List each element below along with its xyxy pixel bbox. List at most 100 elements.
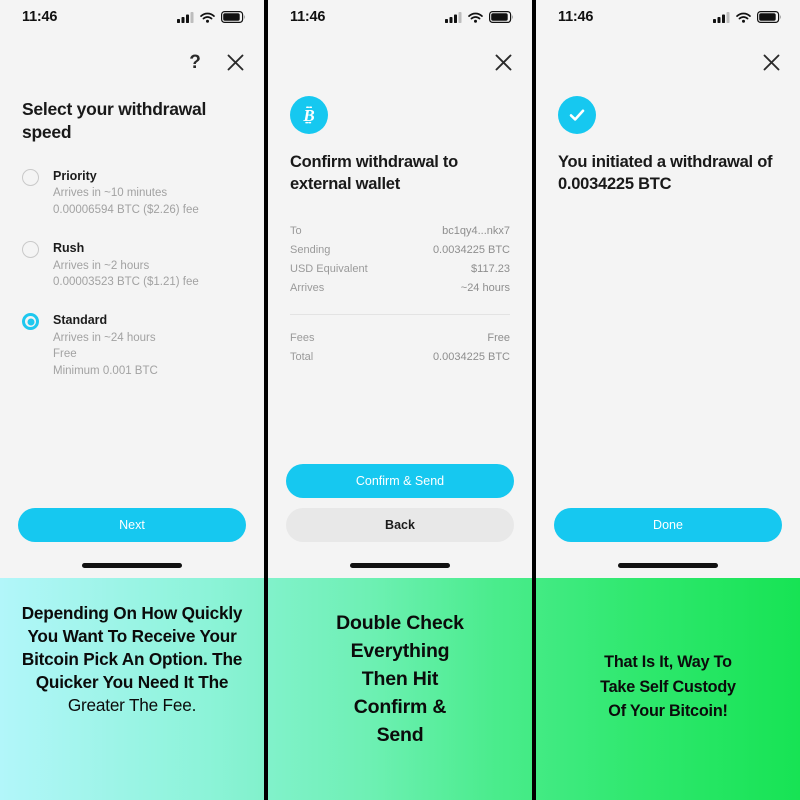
next-button[interactable]: Next [18, 508, 246, 542]
phone-screen-withdrawal-speed: 11:46? Select your withdrawal speed Priori… [0, 0, 264, 578]
status-bar: 11:46 [268, 0, 532, 34]
detail-label: USD Equivalent [290, 263, 368, 276]
detail-value: bc1qy4...nkx7 [442, 225, 510, 238]
detail-label: Sending [290, 244, 331, 257]
caption-line: Greater The Fee. [67, 694, 197, 715]
option-detail-line: Minimum 0.001 BTC [53, 364, 158, 377]
detail-label: Fees [290, 332, 315, 345]
caption-withdrawal-initiated: That Is It, Way To Take Self Custody Of Yo… [536, 578, 800, 800]
detail-value: Free [487, 332, 510, 345]
panel-withdrawal-initiated: 11:46 You initiated a withdrawal of 0.003… [532, 0, 800, 800]
phone-screen-confirm-withdrawal: 11:46 B Confirm withdrawal to external wal… [268, 0, 532, 578]
radio-button-rush[interactable] [22, 240, 39, 258]
bitcoin-icon: B [290, 96, 328, 134]
panel-body: You initiated a withdrawal of 0.0034225 … [536, 80, 800, 578]
panel-columns: 11:46? Select your withdrawal speed Priori… [0, 0, 800, 800]
detail-value: 0.0034225 BTC [432, 351, 510, 364]
page-title: You initiated a withdrawal of 0.0034225 … [558, 153, 773, 193]
panel-body: Select your withdrawal speed Priority Arri… [0, 80, 264, 578]
detail-divider [290, 313, 510, 315]
option-text: Standard Arrives in ~24 hours Free Minimum … [53, 311, 158, 379]
close-button[interactable] [224, 51, 246, 73]
option-row-priority[interactable]: Priority Arrives in ~10 minutes 0.00006594… [22, 167, 242, 218]
close-button[interactable] [492, 51, 514, 73]
caption-text: Depending On How Quickly You Want To Rece… [8, 602, 256, 716]
nav-bar [536, 44, 800, 80]
close-icon[interactable] [227, 54, 244, 71]
caption-line: Everything [350, 639, 450, 662]
detail-label: Total [290, 351, 314, 364]
wifi-icon [468, 12, 483, 23]
check-circle-icon [558, 96, 596, 134]
caption-line: Take Self Custody [600, 677, 736, 696]
detail-row: Fees Free [290, 329, 510, 348]
status-icons [713, 11, 782, 23]
caption-line: Confirm & [353, 695, 447, 718]
option-detail-line: Free [53, 348, 77, 361]
option-title: Standard [53, 313, 108, 328]
option-row-standard[interactable]: Standard Arrives in ~24 hours Free Minimum … [22, 311, 242, 379]
status-bar: 11:46 [0, 0, 264, 34]
cellular-signal-icon [713, 11, 730, 23]
caption-line: Of Your Bitcoin! [608, 702, 728, 721]
status-bar-time: 11:46 [558, 9, 594, 25]
option-title: Priority [53, 168, 97, 183]
detail-row: To bc1qy4...nkx7 [290, 222, 510, 241]
option-detail-line: Arrives in ~24 hours [53, 332, 156, 345]
caption-withdrawal-speed: Depending On How Quickly You Want To Rece… [0, 578, 264, 800]
caption-line: Quicker You Need It The [35, 671, 229, 692]
detail-value: $117.23 [471, 263, 510, 276]
caption-confirm-withdrawal: Double Check Everything Then Hit Confirm & S… [268, 578, 532, 800]
caption-line: That Is It, Way To [604, 653, 732, 671]
close-icon[interactable] [495, 54, 512, 71]
option-detail-line: 0.00006594 BTC ($2.26) fee [53, 203, 199, 216]
nav-bar: ? [0, 44, 264, 80]
status-bar: 11:46 [536, 0, 800, 34]
caption-line: Double Check [336, 612, 464, 634]
back-button[interactable]: Back [286, 508, 514, 542]
option-detail-line: 0.00003523 BTC ($1.21) fee [53, 276, 199, 289]
panel-body: B Confirm withdrawal to external wallet To… [268, 80, 532, 578]
help-button[interactable]: ? [184, 51, 206, 73]
home-indicator [350, 563, 450, 568]
action-buttons: Done [536, 508, 800, 542]
status-icons [445, 11, 514, 23]
done-button[interactable]: Done [554, 508, 782, 542]
caption-line: Depending On How Quickly [21, 603, 243, 623]
status-icons [177, 11, 246, 23]
close-icon[interactable] [763, 54, 780, 71]
caption-line: Bitcoin Pick An Option. The [21, 648, 243, 669]
detail-label: Arrives [290, 282, 325, 295]
option-row-rush[interactable]: Rush Arrives in ~2 hours 0.00003523 BTC ($… [22, 239, 242, 290]
confirm-and-send-button[interactable]: Confirm & Send [286, 464, 514, 498]
option-detail-line: Arrives in ~10 minutes [53, 187, 168, 200]
detail-value: ~24 hours [460, 282, 510, 295]
withdrawal-speed-options: Priority Arrives in ~10 minutes 0.00006594… [22, 167, 242, 380]
screenshot-stage: 11:46? Select your withdrawal speed Priori… [0, 0, 800, 800]
caption-text: Double Check Everything Then Hit Confirm & S… [276, 610, 524, 749]
home-indicator [618, 563, 718, 568]
option-text: Priority Arrives in ~10 minutes 0.00006594… [53, 167, 199, 218]
caption-line: Send [376, 723, 424, 746]
wifi-icon [736, 12, 751, 23]
action-buttons: Next [0, 508, 264, 542]
detail-row: Sending 0.0034225 BTC [290, 241, 510, 260]
battery-icon [221, 11, 245, 23]
status-bar-time: 11:46 [290, 9, 326, 25]
radio-button-priority[interactable] [22, 168, 39, 186]
caption-line: Then Hit [361, 667, 439, 690]
battery-icon [489, 11, 513, 23]
nav-bar [268, 44, 532, 80]
status-bar-time: 11:46 [22, 9, 58, 25]
wifi-icon [200, 12, 215, 23]
detail-row: Total 0.0034225 BTC [290, 348, 510, 367]
caption-line: You Want To Receive Your [27, 625, 237, 646]
option-detail-line: Arrives in ~2 hours [53, 259, 150, 272]
phone-screen-withdrawal-initiated: 11:46 You initiated a withdrawal of 0.003… [536, 0, 800, 578]
close-button[interactable] [760, 51, 782, 73]
question-mark-icon: ? [189, 51, 201, 73]
page-title: Confirm withdrawal to external wallet [290, 153, 458, 193]
detail-row: Arrives ~24 hours [290, 279, 510, 298]
caption-text: That Is It, Way To Take Self Custody Of Yo… [544, 650, 792, 724]
radio-button-standard[interactable] [22, 313, 39, 331]
